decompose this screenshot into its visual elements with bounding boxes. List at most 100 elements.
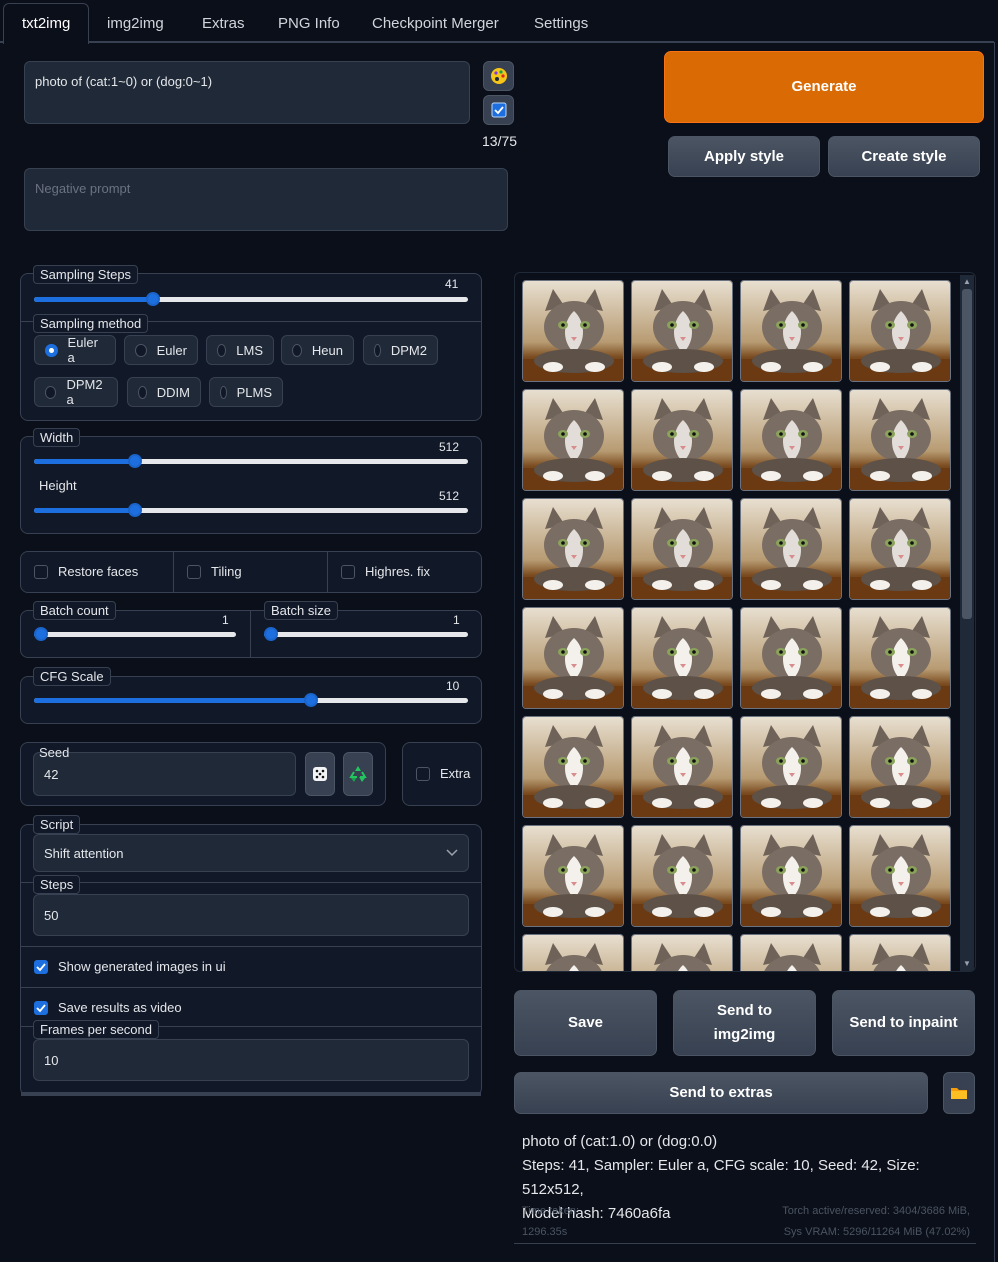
cat-photo-icon <box>523 281 623 381</box>
radio-dot <box>45 385 57 399</box>
batch-count-slider[interactable] <box>34 627 236 642</box>
width-slider[interactable] <box>34 454 468 469</box>
radio-dpm2[interactable]: DPM2 <box>363 335 438 365</box>
gallery-thumbnail[interactable] <box>631 934 733 971</box>
cfg-scale-value[interactable]: 10 <box>446 679 459 693</box>
scrollbar-thumb[interactable] <box>962 289 972 619</box>
checkbox-box <box>341 564 355 579</box>
gallery-thumbnail[interactable] <box>740 934 842 971</box>
gallery-thumbnail[interactable] <box>740 498 842 600</box>
tiling-checkbox[interactable]: Tiling <box>187 564 242 579</box>
gallery-thumbnail[interactable] <box>631 280 733 382</box>
reuse-seed-button[interactable] <box>343 752 373 796</box>
tab-png-info[interactable]: PNG Info <box>259 3 359 43</box>
cfg-scale-slider[interactable] <box>34 693 468 708</box>
extra-checkbox[interactable]: Extra <box>416 766 470 781</box>
cat-photo-icon <box>850 281 950 381</box>
cat-photo-icon <box>632 826 732 926</box>
gallery-thumbnail[interactable] <box>522 934 624 971</box>
save-button[interactable]: Save <box>514 990 657 1056</box>
send-to-extras-button[interactable]: Send to extras <box>514 1072 928 1114</box>
gallery-thumbnail[interactable] <box>631 716 733 818</box>
negative-prompt-input[interactable]: Negative prompt <box>24 168 508 231</box>
radio-lms[interactable]: LMS <box>206 335 274 365</box>
height-slider[interactable] <box>34 503 468 518</box>
gallery-thumbnail[interactable] <box>631 498 733 600</box>
scroll-up-icon[interactable]: ▲ <box>963 277 971 286</box>
gallery-thumbnail[interactable] <box>522 280 624 382</box>
content-border <box>994 42 995 1262</box>
scroll-down-icon[interactable]: ▼ <box>963 959 971 968</box>
gallery-thumbnail[interactable] <box>522 389 624 491</box>
cat-photo-icon <box>523 608 623 708</box>
gallery-thumbnail[interactable] <box>522 498 624 600</box>
batch-count-value[interactable]: 1 <box>222 613 229 627</box>
gallery-thumbnail[interactable] <box>849 280 951 382</box>
open-folder-button[interactable] <box>943 1072 975 1114</box>
gallery-scrollbar[interactable]: ▲ ▼ <box>960 275 974 971</box>
generate-button[interactable]: Generate <box>664 51 984 123</box>
folder-icon <box>951 1088 967 1099</box>
gallery-thumbnail[interactable] <box>631 825 733 927</box>
cat-photo-icon <box>850 390 950 490</box>
checkbox-box <box>187 564 201 579</box>
gallery-thumbnail[interactable] <box>849 498 951 600</box>
prompt-input[interactable]: photo of (cat:1~0) or (dog:0~1) <box>24 61 470 124</box>
gallery-thumbnail[interactable] <box>740 389 842 491</box>
apply-style-button[interactable]: Apply style <box>668 136 820 177</box>
cat-photo-icon <box>741 390 841 490</box>
width-value[interactable]: 512 <box>439 440 459 454</box>
script-dropdown[interactable]: Shift attention <box>33 834 469 872</box>
gallery-thumbnail[interactable] <box>849 607 951 709</box>
radio-plms[interactable]: PLMS <box>209 377 283 407</box>
tab-txt2img[interactable]: txt2img <box>3 3 90 44</box>
steps-input[interactable]: 50 <box>33 894 469 936</box>
save-video-checkbox[interactable]: Save results as video <box>34 1000 182 1015</box>
fps-input[interactable]: 10 <box>33 1039 469 1081</box>
radio-heun[interactable]: Heun <box>281 335 354 365</box>
sampling-steps-slider[interactable] <box>34 292 468 307</box>
gallery-thumbnail[interactable] <box>522 825 624 927</box>
batch-size-value[interactable]: 1 <box>453 613 460 627</box>
radio-euler-a[interactable]: Euler a <box>34 335 116 365</box>
vram-usage: Sys VRAM: 5296/11264 MiB (47.02%) <box>783 1226 970 1238</box>
show-images-checkbox[interactable]: Show generated images in ui <box>34 959 226 974</box>
prompt-options-button[interactable] <box>483 95 514 125</box>
checkbox-label: Restore faces <box>58 564 139 579</box>
tab-extras[interactable]: Extras <box>183 3 264 43</box>
checkbox-box <box>34 959 48 974</box>
random-seed-button[interactable] <box>305 752 335 796</box>
gallery-thumbnail[interactable] <box>740 716 842 818</box>
restore-faces-checkbox[interactable]: Restore faces <box>34 564 138 579</box>
gallery-thumbnail[interactable] <box>849 825 951 927</box>
gallery-thumbnail[interactable] <box>740 607 842 709</box>
radio-euler[interactable]: Euler <box>124 335 198 365</box>
gallery-thumbnail[interactable] <box>631 389 733 491</box>
send-to-img2img-button[interactable]: Send to img2img <box>673 990 816 1056</box>
recycle-icon <box>349 766 367 782</box>
gallery-thumbnail[interactable] <box>522 716 624 818</box>
paste-button[interactable] <box>483 61 514 91</box>
batch-size-slider[interactable] <box>264 627 468 642</box>
create-style-button[interactable]: Create style <box>828 136 980 177</box>
gallery-thumbnail[interactable] <box>849 389 951 491</box>
gallery-thumbnail[interactable] <box>631 607 733 709</box>
gallery-thumbnail[interactable] <box>849 934 951 971</box>
cat-photo-icon <box>741 717 841 817</box>
time-taken-label: Time taken: <box>522 1205 580 1217</box>
tab-img2img[interactable]: img2img <box>88 3 183 43</box>
gallery-thumbnail[interactable] <box>522 607 624 709</box>
radio-ddim[interactable]: DDIM <box>127 377 201 407</box>
tab-checkpoint-merger[interactable]: Checkpoint Merger <box>353 3 518 43</box>
send-to-inpaint-button[interactable]: Send to inpaint <box>832 990 975 1056</box>
sampling-steps-value[interactable]: 41 <box>445 277 458 291</box>
cat-photo-icon <box>523 826 623 926</box>
radio-dpm2-a[interactable]: DPM2 a <box>34 377 118 407</box>
gallery-thumbnail[interactable] <box>740 825 842 927</box>
tab-settings[interactable]: Settings <box>515 3 607 43</box>
radio-label: DPM2 <box>390 342 427 358</box>
gallery-thumbnail[interactable] <box>849 716 951 818</box>
height-value[interactable]: 512 <box>439 489 459 503</box>
highres-fix-checkbox[interactable]: Highres. fix <box>341 564 430 579</box>
gallery-thumbnail[interactable] <box>740 280 842 382</box>
